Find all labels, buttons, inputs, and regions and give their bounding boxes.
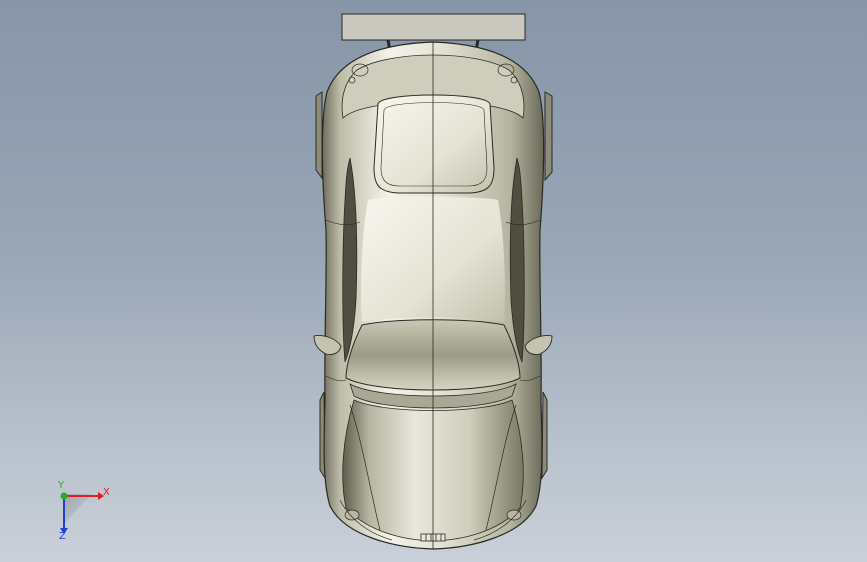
graphics-viewport[interactable]: X Y Z xyxy=(0,0,867,562)
rear-window xyxy=(373,94,495,194)
car-model[interactable] xyxy=(0,0,867,562)
y-axis-label: Y xyxy=(58,480,65,491)
coordinate-triad-icon xyxy=(60,492,104,534)
x-axis-label: X xyxy=(103,487,110,498)
coordinate-triad: X Y Z xyxy=(44,480,124,550)
z-axis-label: Z xyxy=(59,531,66,542)
